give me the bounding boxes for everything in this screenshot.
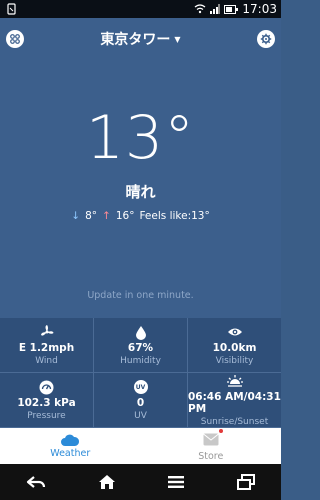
humidity-label: Humidity [120, 356, 161, 366]
wind-value: E 1.2mph [18, 342, 75, 354]
weather-condition: 晴れ [125, 183, 156, 201]
detail-humidity: 67% Humidity [94, 318, 188, 373]
status-left [6, 3, 18, 15]
uv-label: UV [134, 411, 147, 421]
locations-button[interactable] [6, 30, 24, 48]
tab-weather-label: Weather [50, 448, 91, 459]
uv-icon: UV [133, 379, 148, 395]
detail-pressure: 102.3 kPa Pressure [0, 373, 94, 428]
update-notice: Update in one minute. [87, 290, 194, 301]
gear-icon [260, 33, 272, 45]
pressure-label: Pressure [27, 411, 66, 421]
wind-icon [39, 324, 55, 340]
weather-screen: 東京タワー ▼ 13° 晴れ ↓ 8° ↑ 16° Feels like:13°… [0, 18, 281, 428]
feels-like: Feels like:13° [139, 210, 210, 222]
current-temperature: 13° [85, 103, 196, 173]
system-nav-bar [0, 464, 281, 500]
wind-label: Wind [35, 356, 58, 366]
visibility-icon [227, 324, 243, 340]
sunrise-sunset-value: 06:46 AM/04:31 PM [188, 391, 281, 415]
recent-apps-icon[interactable] [237, 474, 256, 490]
menu-icon[interactable] [167, 475, 185, 489]
tab-store-label: Store [198, 450, 224, 462]
wifi-icon [195, 4, 206, 14]
sunrise-icon [226, 373, 244, 389]
cloud-icon [61, 434, 80, 446]
back-icon[interactable] [26, 475, 46, 489]
detail-uv: UV 0 UV [94, 373, 188, 428]
grid-icon [10, 34, 20, 44]
pressure-icon [39, 379, 54, 395]
notification-dot [218, 428, 223, 433]
top-bar: 東京タワー ▼ [0, 18, 281, 60]
signal-icon [210, 4, 221, 14]
store-icon-wrap [202, 428, 223, 450]
humidity-value: 67% [127, 342, 154, 354]
uv-badge: UV [133, 380, 148, 394]
uv-value: 0 [136, 397, 145, 409]
arrow-down-icon: ↓ [71, 210, 81, 222]
temperature-range: ↓ 8° ↑ 16° Feels like:13° [0, 210, 281, 222]
status-time: 17:03 [242, 2, 277, 16]
visibility-value: 10.0km [212, 342, 257, 354]
city-selector[interactable]: 東京タワー ▼ [100, 29, 180, 49]
tab-weather[interactable]: Weather [0, 428, 141, 464]
detail-visibility: 10.0km Visibility [188, 318, 281, 373]
bottom-tabs: Weather Store [0, 428, 281, 464]
status-bar: 17:03 [0, 0, 281, 18]
home-icon[interactable] [98, 474, 116, 490]
status-right: 17:03 [194, 2, 277, 16]
low-temperature: 8° [85, 210, 98, 222]
sunrise-sunset-label: Sunrise/Sunset [200, 417, 269, 427]
battery-icon [224, 4, 239, 14]
detail-sunrise-sunset: 06:46 AM/04:31 PM Sunrise/Sunset [188, 373, 281, 428]
store-icon [202, 433, 219, 445]
visibility-label: Visibility [215, 356, 254, 366]
tab-store[interactable]: Store [141, 428, 282, 464]
high-temperature: 16° [115, 210, 135, 222]
detail-wind: E 1.2mph Wind [0, 318, 94, 373]
chevron-down-icon: ▼ [174, 34, 181, 44]
details-grid: E 1.2mph Wind 67% Humidity 10.0km Visibi… [0, 318, 281, 428]
pressure-value: 102.3 kPa [17, 397, 76, 409]
humidity-icon [135, 324, 147, 340]
settings-button[interactable] [257, 30, 275, 48]
notification-icon [7, 3, 16, 15]
arrow-up-icon: ↑ [102, 210, 111, 222]
city-name: 東京タワー [100, 32, 171, 48]
